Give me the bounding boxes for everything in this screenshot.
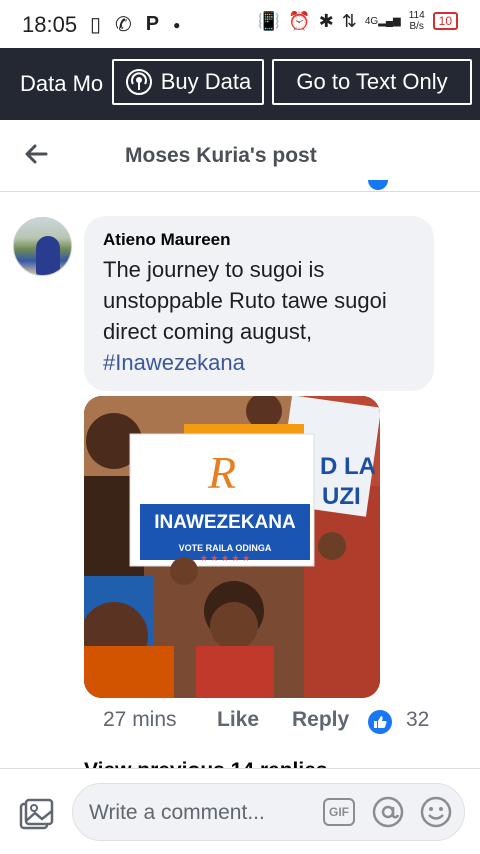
reaction-count[interactable]: 32 <box>406 708 429 732</box>
comment-time[interactable]: 27 mins <box>103 708 177 732</box>
reply-button[interactable]: Reply <box>292 708 349 732</box>
comment-actions: 27 mins Like Reply 32 <box>103 706 463 736</box>
page-header: Moses Kuria's post <box>0 120 480 192</box>
whatsapp-icon: ✆ <box>115 14 132 36</box>
bluetooth-icon: ✱ <box>318 10 334 31</box>
data-mode-bar: Data Mo Buy Data Go to Text Only <box>0 48 480 120</box>
phone-icon: ▯ <box>90 14 102 36</box>
net-speed: 114 B/s <box>409 10 425 32</box>
system-icons: 📳 ⏰ ✱ ⇅ 4G▂▄▆ 114 B/s 10 <box>258 10 458 32</box>
gif-button[interactable]: GIF <box>323 798 355 826</box>
sign-main-text: INAWEZEKANA <box>154 512 296 533</box>
sign-right-text: D LA <box>320 453 376 480</box>
sign-right-text-2: UZI <box>322 483 361 510</box>
mention-icon[interactable] <box>371 795 405 829</box>
clock: 18:05 <box>22 12 78 37</box>
comment-input[interactable] <box>89 796 319 830</box>
text-only-label: Go to Text Only <box>296 69 448 94</box>
like-button[interactable]: Like <box>217 708 259 732</box>
photo-attach-icon[interactable] <box>18 797 54 833</box>
comment-bubble: Atieno Maureen The journey to sugoi is u… <box>84 216 434 391</box>
net-speed-unit: B/s <box>409 21 424 32</box>
comment-text: The journey to sugoi is unstoppable Ruto… <box>103 254 423 378</box>
avatar-figure <box>36 236 60 275</box>
vibrate-icon: 📳 <box>257 10 281 31</box>
data-arrows-icon: ⇅ <box>341 10 357 31</box>
comment-input-box: GIF <box>72 783 465 841</box>
back-arrow-icon[interactable] <box>22 140 50 168</box>
comment-composer: GIF <box>0 768 480 854</box>
signal-icon: 4G▂▄▆ <box>364 15 401 27</box>
data-mode-label: Data Mo <box>20 71 104 96</box>
broadcast-icon <box>125 69 152 95</box>
thumbs-up-icon[interactable] <box>368 710 392 734</box>
comment-body: The journey to sugoi is unstoppable Ruto… <box>103 257 387 344</box>
comment-photo[interactable]: D LA UZI R INAWEZEKANA VOTE RAILA ODINGA… <box>84 396 380 698</box>
photo-illustration: D LA UZI R INAWEZEKANA VOTE RAILA ODINGA… <box>84 396 380 698</box>
notification-icons: ▯ ✆ P ● <box>90 12 180 37</box>
p-app-icon: P <box>145 13 160 35</box>
network-type: 4G <box>364 15 379 27</box>
partial-reaction-icon <box>364 180 388 194</box>
comment-author[interactable]: Atieno Maureen <box>103 230 231 250</box>
avatar[interactable] <box>13 217 72 276</box>
sign-sub-text: VOTE RAILA ODINGA <box>179 543 272 553</box>
dot-icon: ● <box>173 17 181 32</box>
buy-data-button[interactable]: Buy Data <box>112 59 264 105</box>
buy-data-label: Buy Data <box>160 69 252 94</box>
page-title: Moses Kuria's post <box>125 144 317 167</box>
sign-stars: ★ ★ ★ ★ ★ <box>200 553 250 563</box>
text-only-button[interactable]: Go to Text Only <box>272 59 472 105</box>
alarm-icon: ⏰ <box>288 10 311 31</box>
sign-logo: R <box>207 447 236 498</box>
net-speed-value: 114 <box>408 10 425 21</box>
status-bar: 18:05 ▯ ✆ P ● 📳 ⏰ ✱ ⇅ 4G▂▄▆ 114 B/s 10 <box>0 0 480 48</box>
emoji-icon[interactable] <box>419 795 453 829</box>
hashtag-link[interactable]: #Inawezekana <box>103 347 423 378</box>
battery-icon: 10 <box>432 12 458 30</box>
